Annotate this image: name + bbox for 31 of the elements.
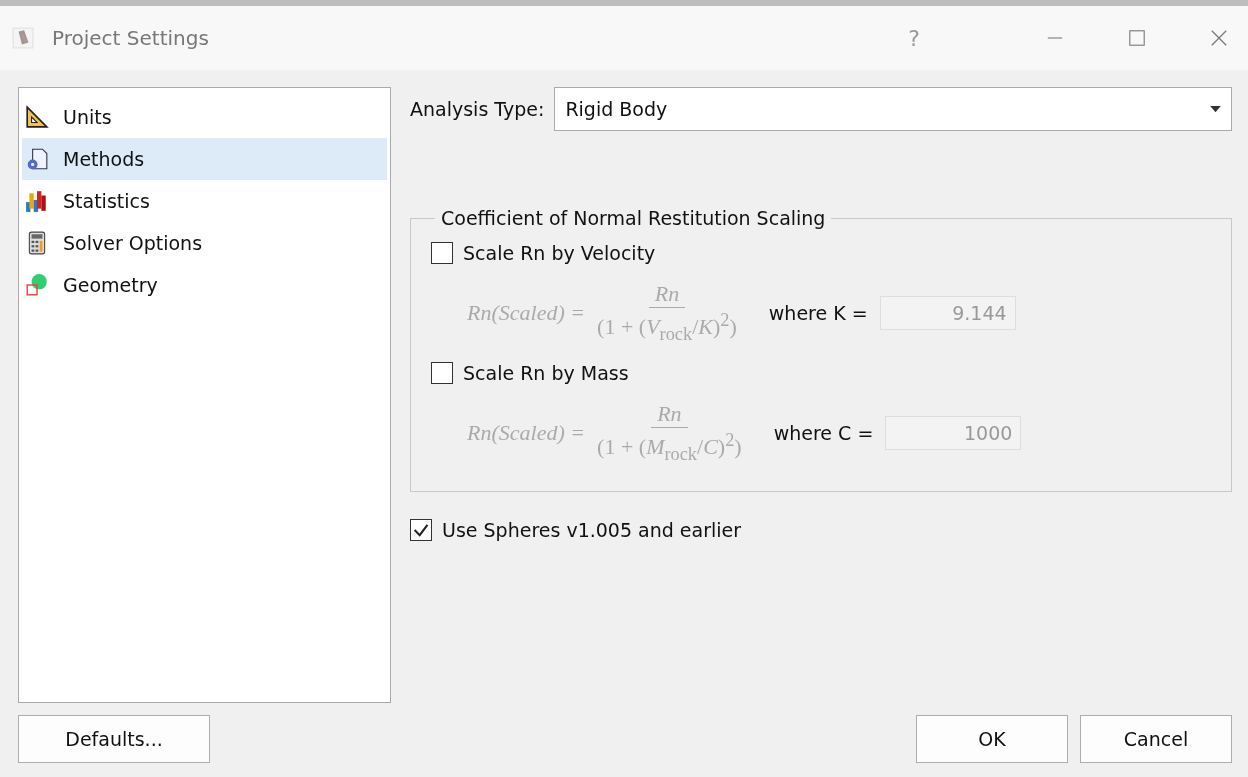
document-gear-icon xyxy=(25,147,49,171)
sidebar-item[interactable]: Methods xyxy=(22,138,387,180)
analysis-type-label: Analysis Type: xyxy=(410,98,545,120)
checkbox-label: Scale Rn by Velocity xyxy=(463,242,656,264)
close-icon[interactable] xyxy=(1210,29,1228,47)
checkbox-label: Scale Rn by Mass xyxy=(463,362,629,384)
cancel-button[interactable]: Cancel xyxy=(1080,715,1232,763)
sidebar-item[interactable]: Units xyxy=(22,96,387,138)
sidebar-item[interactable]: Geometry xyxy=(22,264,387,306)
group-title: Coefficient of Normal Restitution Scaling xyxy=(440,207,827,229)
analysis-type-dropdown[interactable]: Rigid Body xyxy=(554,87,1232,131)
window-title: Project Settings xyxy=(52,26,209,50)
app-icon xyxy=(12,27,34,49)
defaults-button[interactable]: Defaults... xyxy=(18,715,210,763)
formula-numerator: Rn xyxy=(651,401,688,429)
sidebar-item[interactable]: Statistics xyxy=(22,180,387,222)
formula-denominator: (1 + (V$_{rock}$/K)$^{2}$) xyxy=(597,309,737,345)
checkbox[interactable] xyxy=(410,519,432,541)
caret-icon xyxy=(1210,105,1221,113)
sidebar-item[interactable]: Solver Options xyxy=(22,222,387,264)
formula-numerator: Rn xyxy=(648,281,686,309)
maximize-icon[interactable] xyxy=(1128,29,1146,47)
checkbox-label: Use Spheres v1.005 and earlier xyxy=(442,519,742,541)
parameter-label: where K = xyxy=(768,302,868,324)
shapes-icon xyxy=(25,273,49,297)
formula-lhs: Rn(Scaled) = xyxy=(467,300,586,326)
ok-button[interactable]: OK xyxy=(916,715,1068,763)
bar-chart-icon xyxy=(25,189,49,213)
formula-lhs: Rn(Scaled) = xyxy=(467,420,586,446)
parameter-label: where C = xyxy=(773,422,874,444)
formula-denominator: (1 + (M$_{rock}$/C)$^{2}$) xyxy=(597,429,742,465)
